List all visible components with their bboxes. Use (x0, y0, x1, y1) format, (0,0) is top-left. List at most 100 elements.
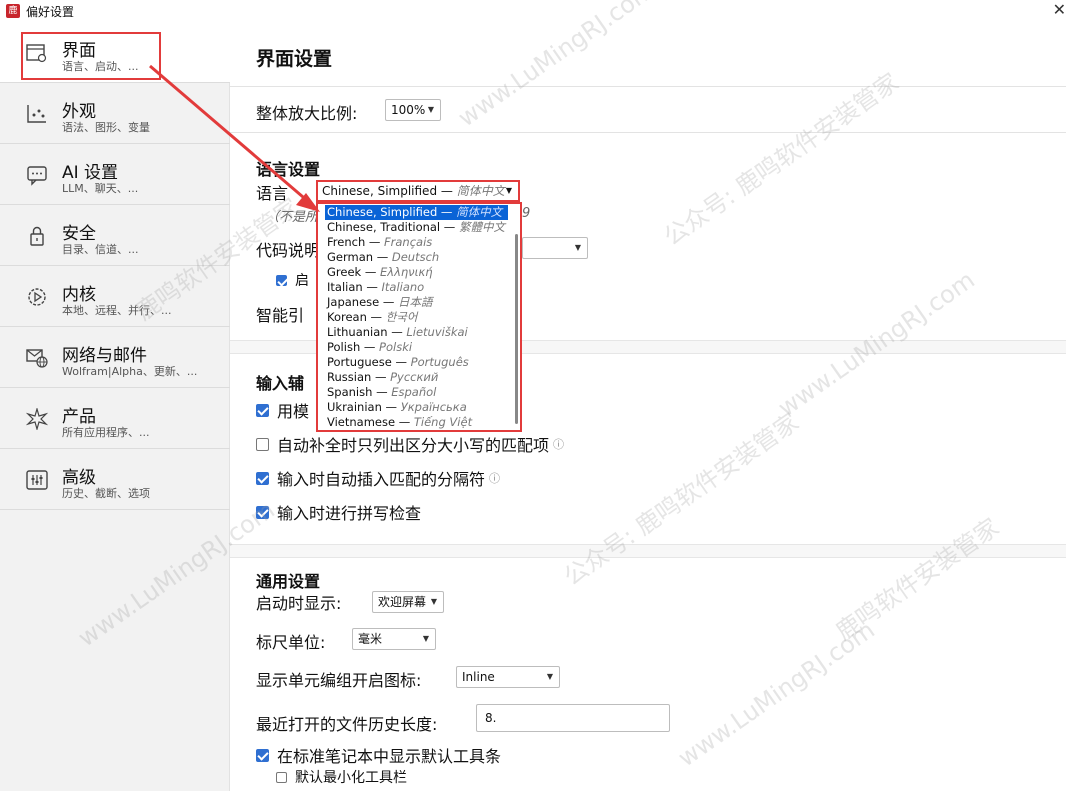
input-check-0[interactable]: 用模 (256, 398, 309, 422)
toolbar-checkbox-label: 在标准笔记本中显示默认工具条 (277, 747, 502, 766)
input-check-1[interactable]: 自动补全时只列出区分大小写的匹配项 ⓘ (256, 432, 564, 456)
info-icon[interactable]: ⓘ (553, 436, 564, 452)
toolbar-checkbox[interactable]: 在标准笔记本中显示默认工具条 (256, 743, 501, 767)
language-option-name: German (327, 250, 374, 264)
sidebar-item-sub: 本地、远程、并行、... (62, 304, 172, 317)
gear-play-icon (28, 288, 46, 306)
language-label: 语言 (256, 184, 289, 203)
close-icon[interactable]: ✕ (1053, 0, 1066, 19)
window-title: 偏好设置 (26, 5, 75, 19)
input-check-3[interactable]: 输入时进行拼写检查 (256, 500, 421, 524)
language-option[interactable]: Lithuanian — Lietuviškai (325, 325, 508, 340)
zoom-label: 整体放大比例: (256, 104, 358, 123)
window-gear-icon (26, 44, 47, 63)
cell-group-value: Inline (462, 670, 495, 684)
language-option-name: Polish (327, 340, 361, 354)
chart-icon (27, 105, 46, 123)
sidebar-item-network-mail[interactable]: 网络与邮件 Wolfram|Alpha、更新、... (0, 327, 230, 388)
chevron-down-icon: ▼ (427, 105, 434, 114)
language-option-name: Korean (327, 310, 367, 324)
language-option-dash: — (374, 370, 387, 384)
checkbox-box[interactable] (256, 471, 269, 485)
language-option-name: Chinese, Traditional (327, 220, 441, 234)
language-option-dash: — (363, 340, 376, 354)
chevron-down-icon: ▼ (430, 597, 437, 606)
cell-group-label: 显示单元编组开启图标: (256, 671, 422, 690)
input-check-label: 自动补全时只列出区分大小写的匹配项 (277, 436, 550, 455)
language-option[interactable]: Japanese — 日本語 (325, 295, 508, 310)
language-option[interactable]: Spanish — Español (325, 385, 508, 400)
checkbox-box[interactable] (256, 505, 269, 519)
language-option[interactable]: Vietnamese — Tiếng Việt (325, 415, 508, 430)
sidebar-item-sub: 语法、图形、变量 (62, 121, 150, 134)
sidebar-item-interface[interactable]: 界面 语言、启动、... (0, 22, 230, 83)
language-option-dash: — (382, 295, 395, 309)
checkbox-box[interactable] (256, 403, 269, 417)
sidebar-item-ai-settings[interactable]: AI 设置 LLM、聊天、... (0, 144, 230, 205)
language-option[interactable]: Chinese, Simplified — 简体中文 (325, 205, 508, 220)
language-option-native: Українська (400, 400, 467, 414)
checkbox-box[interactable] (276, 274, 287, 286)
sidebar-item-sub: 语言、启动、... (62, 60, 139, 73)
language-option[interactable]: German — Deutsch (325, 250, 508, 265)
language-option-name: Italian (327, 280, 363, 294)
startup-checkbox[interactable]: 启 (276, 270, 309, 290)
language-note-tail: 9 (522, 206, 531, 221)
language-option-dash: — (440, 205, 453, 219)
minimize-toolbar-label: 默认最小化工具栏 (295, 770, 407, 786)
language-option-native: Русский (390, 370, 439, 384)
language-option[interactable]: Italian — Italiano (325, 280, 508, 295)
language-option-native: 繁體中文 (458, 220, 505, 234)
info-icon[interactable]: ⓘ (489, 470, 500, 486)
language-option-dash: — (395, 355, 407, 369)
input-assist-section-title: 输入辅 (256, 374, 305, 393)
language-note: （不是所 (266, 210, 319, 225)
history-length-label: 最近打开的文件历史长度: (256, 715, 438, 734)
sidebar-item-advanced[interactable]: 高级 历史、截断、选项 (0, 449, 230, 510)
language-option[interactable]: Portuguese — Português (325, 355, 508, 370)
language-option-native: Português (410, 355, 469, 369)
language-option[interactable]: French — Français (325, 235, 508, 250)
zoom-select[interactable]: 100% ▼ (385, 99, 441, 121)
language-option-native: Español (391, 385, 437, 399)
language-option-dash: — (364, 265, 377, 279)
sidebar-item-kernel[interactable]: 内核 本地、远程、并行、... (0, 266, 230, 327)
language-option-native: Lietuviškai (406, 325, 468, 339)
language-option[interactable]: Ukrainian — Українська (325, 400, 508, 415)
language-option[interactable]: Polish — Polski (325, 340, 508, 355)
checkbox-box[interactable] (276, 771, 287, 783)
language-option-name: Lithuanian (327, 325, 388, 339)
divider (230, 86, 1066, 87)
language-option[interactable]: Chinese, Traditional — 繁體中文 (325, 220, 508, 235)
checkbox-box[interactable] (256, 748, 269, 762)
chevron-down-icon: ▼ (505, 186, 512, 195)
general-section-title: 通用设置 (256, 572, 321, 591)
sidebar-item-appearance[interactable]: 外观 语法、图形、变量 (0, 83, 230, 144)
startup-show-select[interactable]: 欢迎屏幕 ▼ (372, 591, 444, 613)
scrollbar[interactable] (515, 234, 518, 424)
language-option[interactable]: Greek — Ελληνική (325, 265, 508, 280)
language-option-dash: — (370, 310, 383, 324)
language-option-name: French (327, 235, 366, 249)
language-option-native: Tiếng Việt (413, 415, 473, 429)
ruler-unit-select[interactable]: 毫米 ▼ (352, 628, 436, 650)
input-check-label: 输入时自动插入匹配的分隔符 (277, 470, 486, 489)
title-bar: 鹿 偏好设置 ✕ (0, 0, 1080, 22)
language-option[interactable]: Russian — Русский (325, 370, 508, 385)
input-check-2[interactable]: 输入时自动插入匹配的分隔符 ⓘ (256, 466, 500, 490)
language-option[interactable]: Korean — 한국어 (325, 310, 508, 325)
spikey-icon (26, 408, 48, 430)
minimize-toolbar-checkbox[interactable]: 默认最小化工具栏 (276, 767, 407, 787)
checkbox-box[interactable] (256, 437, 269, 451)
sidebar-item-products[interactable]: 产品 所有应用程序、... (0, 388, 230, 449)
code-annotation-select[interactable]: ▼ (522, 237, 588, 259)
language-option-name: Chinese, Simplified (327, 205, 438, 219)
lock-icon (30, 226, 44, 246)
language-option-name: Portuguese (327, 355, 392, 369)
history-length-input[interactable]: 8. (476, 704, 670, 732)
sidebar: 界面 语言、启动、... 外观 语法、图形、变量 AI 设置 LLM、聊天、..… (0, 22, 230, 791)
cell-group-select[interactable]: Inline ▼ (456, 666, 560, 688)
sliders-icon (26, 470, 48, 490)
language-select[interactable]: Chinese, Simplified — 简体中文 ▼ (316, 180, 520, 202)
sidebar-item-security[interactable]: 安全 目录、信道、... (0, 205, 230, 266)
